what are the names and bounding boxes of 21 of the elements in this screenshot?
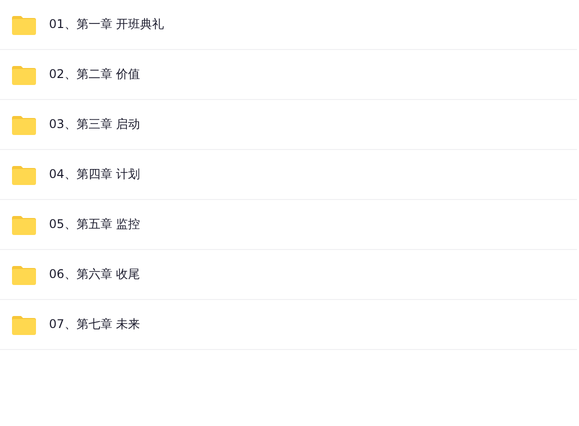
folder-row[interactable]: 06、第六章 收尾 xyxy=(0,250,577,300)
folder-name: 06、第六章 收尾 xyxy=(49,266,140,283)
folder-name: 04、第四章 计划 xyxy=(49,166,140,183)
folder-icon xyxy=(12,14,36,34)
folder-name: 01、第一章 开班典礼 xyxy=(49,16,164,33)
folder-row[interactable]: 03、第三章 启动 xyxy=(0,100,577,150)
folder-name: 03、第三章 启动 xyxy=(49,116,140,133)
folder-icon xyxy=(12,64,36,84)
folder-row[interactable]: 05、第五章 监控 xyxy=(0,200,577,250)
folder-icon xyxy=(12,314,36,334)
folder-row[interactable]: 07、第七章 未来 xyxy=(0,300,577,350)
folder-name: 02、第二章 价值 xyxy=(49,66,140,83)
folder-name: 05、第五章 监控 xyxy=(49,216,140,233)
folder-row[interactable]: 01、第一章 开班典礼 xyxy=(0,0,577,50)
folder-icon xyxy=(12,114,36,134)
folder-icon xyxy=(12,214,36,234)
folder-row[interactable]: 02、第二章 价值 xyxy=(0,50,577,100)
folder-icon xyxy=(12,264,36,284)
folder-row[interactable]: 04、第四章 计划 xyxy=(0,150,577,200)
folder-name: 07、第七章 未来 xyxy=(49,316,140,333)
folder-icon xyxy=(12,164,36,184)
